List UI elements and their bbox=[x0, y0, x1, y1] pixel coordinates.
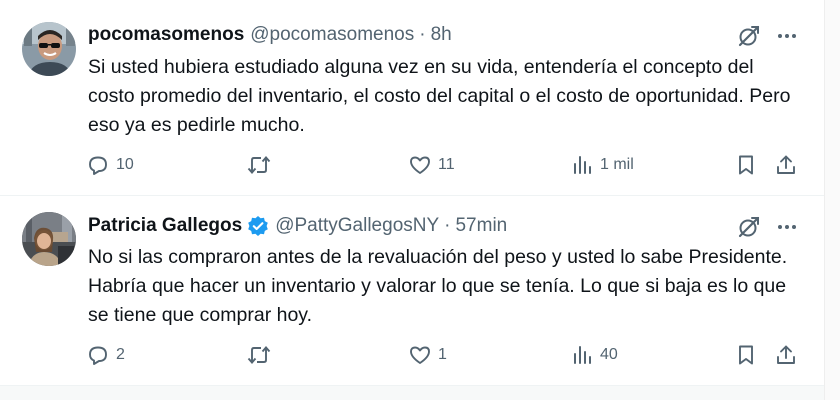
like-button[interactable]: 1 bbox=[408, 339, 447, 371]
tweet-header: Patricia Gallegos @PattyGallegosNY · 57m… bbox=[88, 213, 507, 239]
timestamp[interactable]: 8h bbox=[431, 24, 452, 46]
like-button[interactable]: 11 bbox=[408, 149, 455, 181]
view-count: 40 bbox=[600, 346, 618, 363]
retweet-button[interactable] bbox=[246, 339, 278, 371]
grok-icon bbox=[738, 25, 760, 47]
reply-count: 2 bbox=[116, 346, 125, 363]
share-button[interactable] bbox=[774, 149, 798, 181]
reply-button[interactable]: 2 bbox=[86, 339, 125, 371]
grok-icon bbox=[738, 216, 760, 238]
view-count: 1 mil bbox=[600, 156, 634, 173]
bookmark-icon bbox=[739, 155, 753, 175]
bookmark-button[interactable] bbox=[734, 339, 758, 371]
reply-icon bbox=[89, 346, 107, 365]
bookmark-icon bbox=[739, 345, 753, 365]
bookmark-button[interactable] bbox=[734, 149, 758, 181]
tweet-header: pocomasomenos @pocomasomenos · 8h bbox=[88, 22, 452, 48]
feed-bottom-gap bbox=[0, 386, 824, 400]
user-handle[interactable]: @PattyGallegosNY bbox=[275, 215, 439, 237]
tweet[interactable]: pocomasomenos @pocomasomenos · 8h Si ust… bbox=[0, 0, 824, 196]
verified-badge-icon bbox=[248, 216, 268, 236]
timeline-feed: pocomasomenos @pocomasomenos · 8h Si ust… bbox=[0, 0, 824, 400]
more-icon bbox=[778, 34, 796, 38]
views-icon bbox=[574, 156, 591, 174]
more-icon bbox=[778, 225, 796, 229]
like-count: 1 bbox=[438, 346, 447, 363]
tweet-actions: 10 11 1 mil bbox=[86, 149, 802, 181]
avatar[interactable] bbox=[22, 22, 76, 76]
scrollbar[interactable] bbox=[824, 0, 840, 400]
reply-button[interactable]: 10 bbox=[86, 149, 134, 181]
more-options-button[interactable] bbox=[774, 214, 800, 240]
retweet-button[interactable] bbox=[246, 149, 278, 181]
tweet-text: No si las compraron antes de la revaluac… bbox=[88, 246, 788, 326]
like-count: 11 bbox=[438, 156, 455, 173]
like-icon bbox=[410, 346, 430, 364]
tweet-actions: 2 1 40 bbox=[86, 339, 802, 371]
avatar[interactable] bbox=[22, 212, 76, 266]
display-name[interactable]: pocomasomenos bbox=[88, 24, 244, 46]
reply-icon bbox=[89, 156, 107, 175]
grok-button[interactable] bbox=[736, 214, 762, 240]
separator-dot: · bbox=[444, 215, 451, 236]
separator-dot: · bbox=[419, 24, 426, 45]
views-button[interactable]: 40 bbox=[570, 339, 618, 371]
grok-button[interactable] bbox=[736, 23, 762, 49]
views-icon bbox=[574, 346, 591, 364]
verified-badge[interactable] bbox=[247, 215, 269, 237]
display-name[interactable]: Patricia Gallegos bbox=[88, 215, 242, 237]
tweet[interactable]: Patricia Gallegos @PattyGallegosNY · 57m… bbox=[0, 197, 824, 386]
timestamp[interactable]: 57min bbox=[455, 215, 507, 237]
retweet-icon bbox=[247, 346, 271, 364]
tweet-text: Si usted hubiera estudiado alguna vez en… bbox=[88, 56, 791, 136]
reply-count: 10 bbox=[116, 156, 134, 173]
views-button[interactable]: 1 mil bbox=[570, 149, 634, 181]
more-options-button[interactable] bbox=[774, 23, 800, 49]
share-button[interactable] bbox=[774, 339, 798, 371]
retweet-icon bbox=[247, 156, 271, 174]
share-icon bbox=[777, 345, 795, 364]
share-icon bbox=[777, 155, 795, 174]
user-handle[interactable]: @pocomasomenos bbox=[250, 24, 414, 46]
like-icon bbox=[410, 156, 430, 174]
